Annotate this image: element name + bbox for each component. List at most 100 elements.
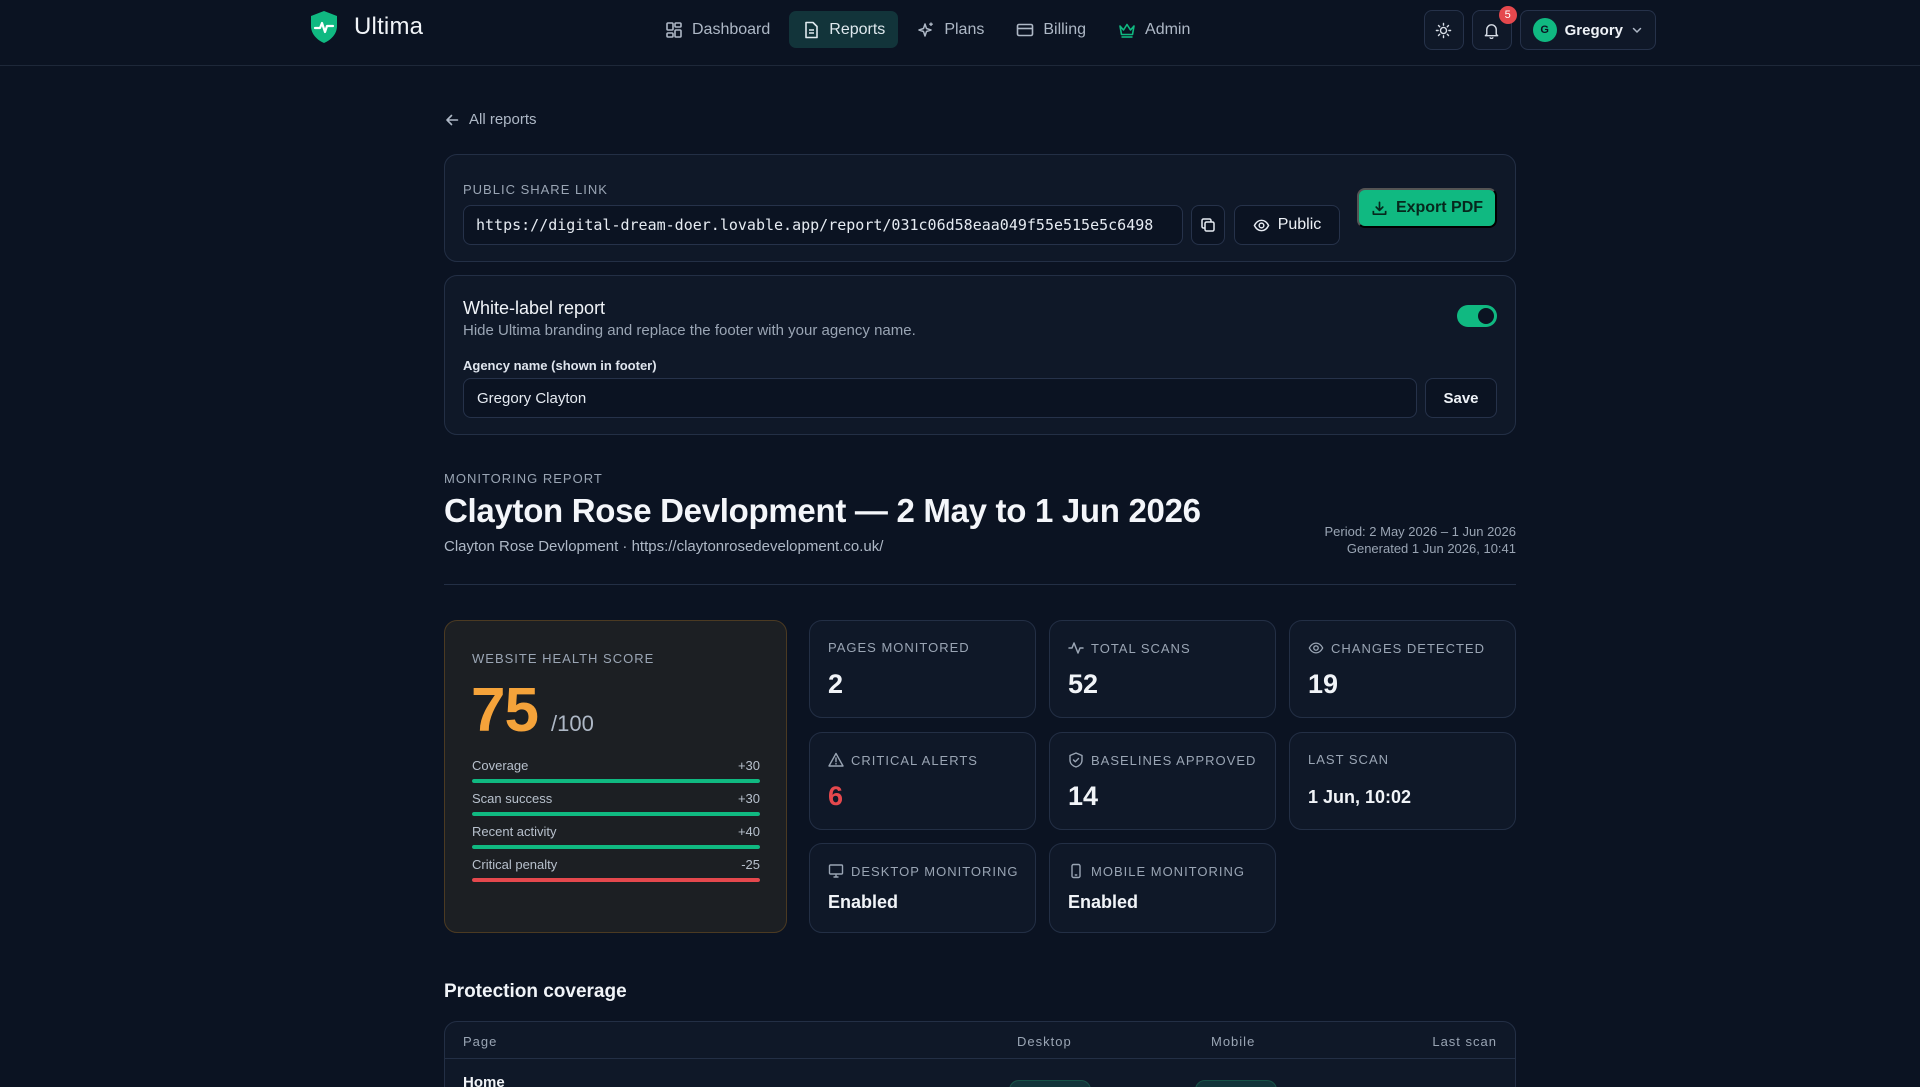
report-meta: Period: 2 May 2026 – 1 Jun 2026 Generate… <box>1324 523 1516 557</box>
stat-pages-monitored: Pages monitored 2 <box>809 620 1036 718</box>
save-button[interactable]: Save <box>1425 378 1497 418</box>
nav-plans[interactable]: Plans <box>904 11 997 48</box>
factor-bar-fill <box>472 812 760 816</box>
column-header-page: Page <box>463 1034 498 1049</box>
factor-scan-success: Scan success +30 <box>472 791 760 816</box>
health-score-label: Website health score <box>472 651 655 666</box>
crown-icon <box>1118 21 1136 39</box>
report-title: Clayton Rose Devlopment — 2 May to 1 Jun… <box>444 492 1201 529</box>
user-name: Gregory <box>1564 21 1623 39</box>
factor-value: +30 <box>737 758 760 773</box>
stat-value: Enabled <box>1068 892 1139 912</box>
eye-icon <box>1253 217 1270 234</box>
nav-reports-label: Reports <box>829 20 886 38</box>
mobile-status-badge <box>1195 1080 1277 1087</box>
table-row-page: Home <box>463 1074 505 1087</box>
factor-bar <box>472 779 760 783</box>
agency-name-input[interactable]: Gregory Clayton <box>463 378 1417 418</box>
health-score-value: 75 <box>471 676 539 745</box>
top-nav: Ultima Dashboard Reports Plans Billing A… <box>0 0 1920 66</box>
factor-bar <box>472 812 760 816</box>
white-label-toggle[interactable] <box>1457 305 1497 327</box>
copy-link-button[interactable] <box>1191 205 1225 245</box>
white-label-title: White-label report <box>463 298 606 318</box>
health-score-max: /100 <box>551 711 594 736</box>
sun-icon <box>1435 22 1452 39</box>
monitor-icon <box>828 863 844 879</box>
smartphone-icon <box>1068 863 1084 879</box>
agency-name-label: Agency name (shown in footer) <box>463 358 657 373</box>
stat-desktop-monitoring: Desktop monitoring Enabled <box>809 843 1036 933</box>
factor-bar-fill <box>472 779 760 783</box>
factor-bar-fill <box>472 878 760 882</box>
factor-value: +40 <box>737 824 760 839</box>
toggle-knob <box>1478 308 1494 324</box>
nav-dashboard-label: Dashboard <box>692 20 771 38</box>
chevron-down-icon <box>1631 24 1643 36</box>
stat-changes-detected: Changes detected 19 <box>1289 620 1516 718</box>
factor-coverage: Coverage +30 <box>472 758 760 783</box>
shield-check-icon <box>1068 752 1084 768</box>
factor-name: Recent activity <box>472 824 557 839</box>
copy-icon <box>1200 217 1216 233</box>
nav-plans-label: Plans <box>944 20 985 38</box>
eye-icon <box>1308 640 1324 656</box>
nav-dashboard[interactable]: Dashboard <box>652 11 783 48</box>
share-url-field[interactable]: https://digital-dream-doer.lovable.app/r… <box>463 205 1183 245</box>
column-header-desktop: Desktop <box>1017 1034 1072 1049</box>
health-score-card: Website health score 75 /100 Coverage +30… <box>444 620 787 933</box>
stat-label: Baselines approved <box>1091 752 1257 768</box>
stat-mobile-monitoring: Mobile monitoring Enabled <box>1049 843 1276 933</box>
stat-label: Critical alerts <box>851 752 978 768</box>
stat-label: Desktop monitoring <box>851 863 1019 879</box>
coverage-table: Page Desktop Mobile Last scan Home <box>444 1021 1516 1087</box>
credit-card-icon <box>1016 21 1034 39</box>
notifications-button[interactable]: 5 <box>1471 6 1517 50</box>
arrow-left-icon <box>444 112 460 128</box>
factor-recent-activity: Recent activity +40 <box>472 824 760 849</box>
nav-billing[interactable]: Billing <box>1003 11 1099 48</box>
factor-bar-fill <box>472 845 760 849</box>
factor-name: Scan success <box>472 791 553 806</box>
stat-value: Enabled <box>828 892 899 912</box>
user-menu-button[interactable]: G Gregory <box>1519 10 1656 50</box>
theme-toggle-button[interactable] <box>1423 10 1464 50</box>
stat-last-scan: Last scan 1 Jun, 10:02 <box>1289 732 1516 830</box>
file-icon <box>802 21 820 39</box>
stat-value: 19 <box>1308 669 1339 699</box>
stat-value: 14 <box>1068 781 1099 811</box>
export-pdf-button[interactable]: Export PDF <box>1357 188 1497 228</box>
factor-name: Critical penalty <box>472 857 558 872</box>
stat-label: Last scan <box>1308 752 1390 767</box>
nav-reports[interactable]: Reports <box>789 11 899 48</box>
desktop-status-badge <box>1009 1080 1091 1087</box>
nav-admin[interactable]: Admin <box>1105 11 1203 48</box>
visibility-toggle-button[interactable]: Public <box>1234 205 1340 245</box>
brand[interactable]: Ultima <box>308 10 423 44</box>
nav-billing-label: Billing <box>1043 20 1087 38</box>
visibility-label: Public <box>1277 216 1322 233</box>
stat-total-scans: Total scans 52 <box>1049 620 1276 718</box>
table-divider <box>445 1058 1515 1059</box>
stat-label: Pages monitored <box>828 640 970 655</box>
stat-value: 6 <box>828 781 844 811</box>
column-header-mobile: Mobile <box>1211 1034 1256 1049</box>
shield-logo-icon <box>308 10 340 44</box>
notification-count-badge: 5 <box>1498 6 1517 24</box>
nav-actions: 5 G Gregory <box>1423 6 1656 50</box>
back-link-label: All reports <box>469 111 537 128</box>
white-label-description: Hide Ultima branding and replace the foo… <box>463 322 916 339</box>
report-generated: Generated 1 Jun 2026, 10:41 <box>1346 541 1516 556</box>
report-period: Period: 2 May 2026 – 1 Jun 2026 <box>1324 524 1516 539</box>
divider <box>444 584 1516 585</box>
export-pdf-label: Export PDF <box>1395 199 1484 216</box>
back-to-reports-link[interactable]: All reports <box>444 111 537 128</box>
avatar: G <box>1532 18 1557 42</box>
stat-value: 2 <box>828 669 844 699</box>
stat-value: 52 <box>1068 669 1099 699</box>
factor-bar <box>472 845 760 849</box>
factor-critical-penalty: Critical penalty -25 <box>472 857 760 882</box>
stat-label: Total scans <box>1091 640 1191 656</box>
stat-baselines-approved: Baselines approved 14 <box>1049 732 1276 830</box>
stat-label: Mobile monitoring <box>1091 863 1245 879</box>
